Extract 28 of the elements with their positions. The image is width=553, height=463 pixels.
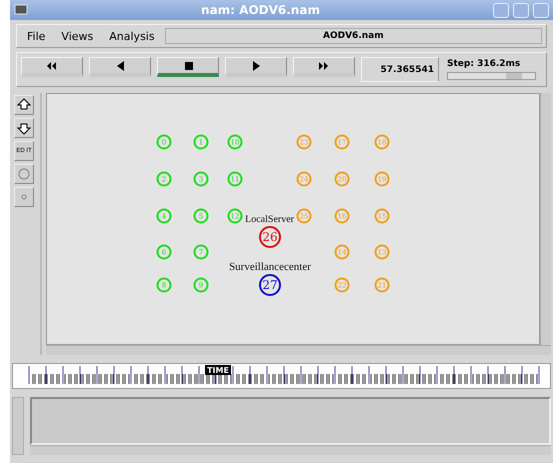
horizontal-scrollbar[interactable] (46, 345, 551, 355)
back-button[interactable] (89, 57, 151, 77)
close-button[interactable] (533, 2, 549, 18)
dot-button[interactable] (14, 187, 34, 207)
circle-button[interactable] (14, 164, 34, 184)
menu-item[interactable]: File (21, 30, 52, 42)
stop-button[interactable] (157, 57, 219, 77)
menu-item[interactable]: Analysis (103, 30, 161, 42)
step-label: Step: 316.2ms (447, 59, 522, 69)
network-node[interactable]: 27 (259, 274, 281, 296)
minimize-button[interactable] (493, 2, 509, 18)
vertical-scrollbar[interactable] (540, 93, 551, 345)
node-label: Surveillancecenter (229, 261, 311, 273)
horizontal-scrollbar[interactable] (30, 445, 551, 455)
vertical-scrollbar[interactable] (12, 397, 24, 455)
circle-icon (16, 166, 32, 182)
window-menu-icon (14, 4, 28, 16)
play-button[interactable] (225, 57, 287, 77)
node-label: LocalServer (245, 214, 294, 225)
maximize-button[interactable] (513, 2, 529, 18)
time-readout: 57.365541 (361, 57, 439, 82)
network-node[interactable]: 26 (259, 226, 281, 248)
rewind-button[interactable] (21, 57, 83, 77)
forward-button[interactable] (293, 57, 355, 77)
file-name-label: AODV6.nam (164, 28, 542, 44)
window-title: nam: AODV6.nam (200, 3, 321, 17)
menu-item[interactable]: Views (55, 30, 100, 42)
time-marker[interactable]: TIME (205, 365, 231, 375)
